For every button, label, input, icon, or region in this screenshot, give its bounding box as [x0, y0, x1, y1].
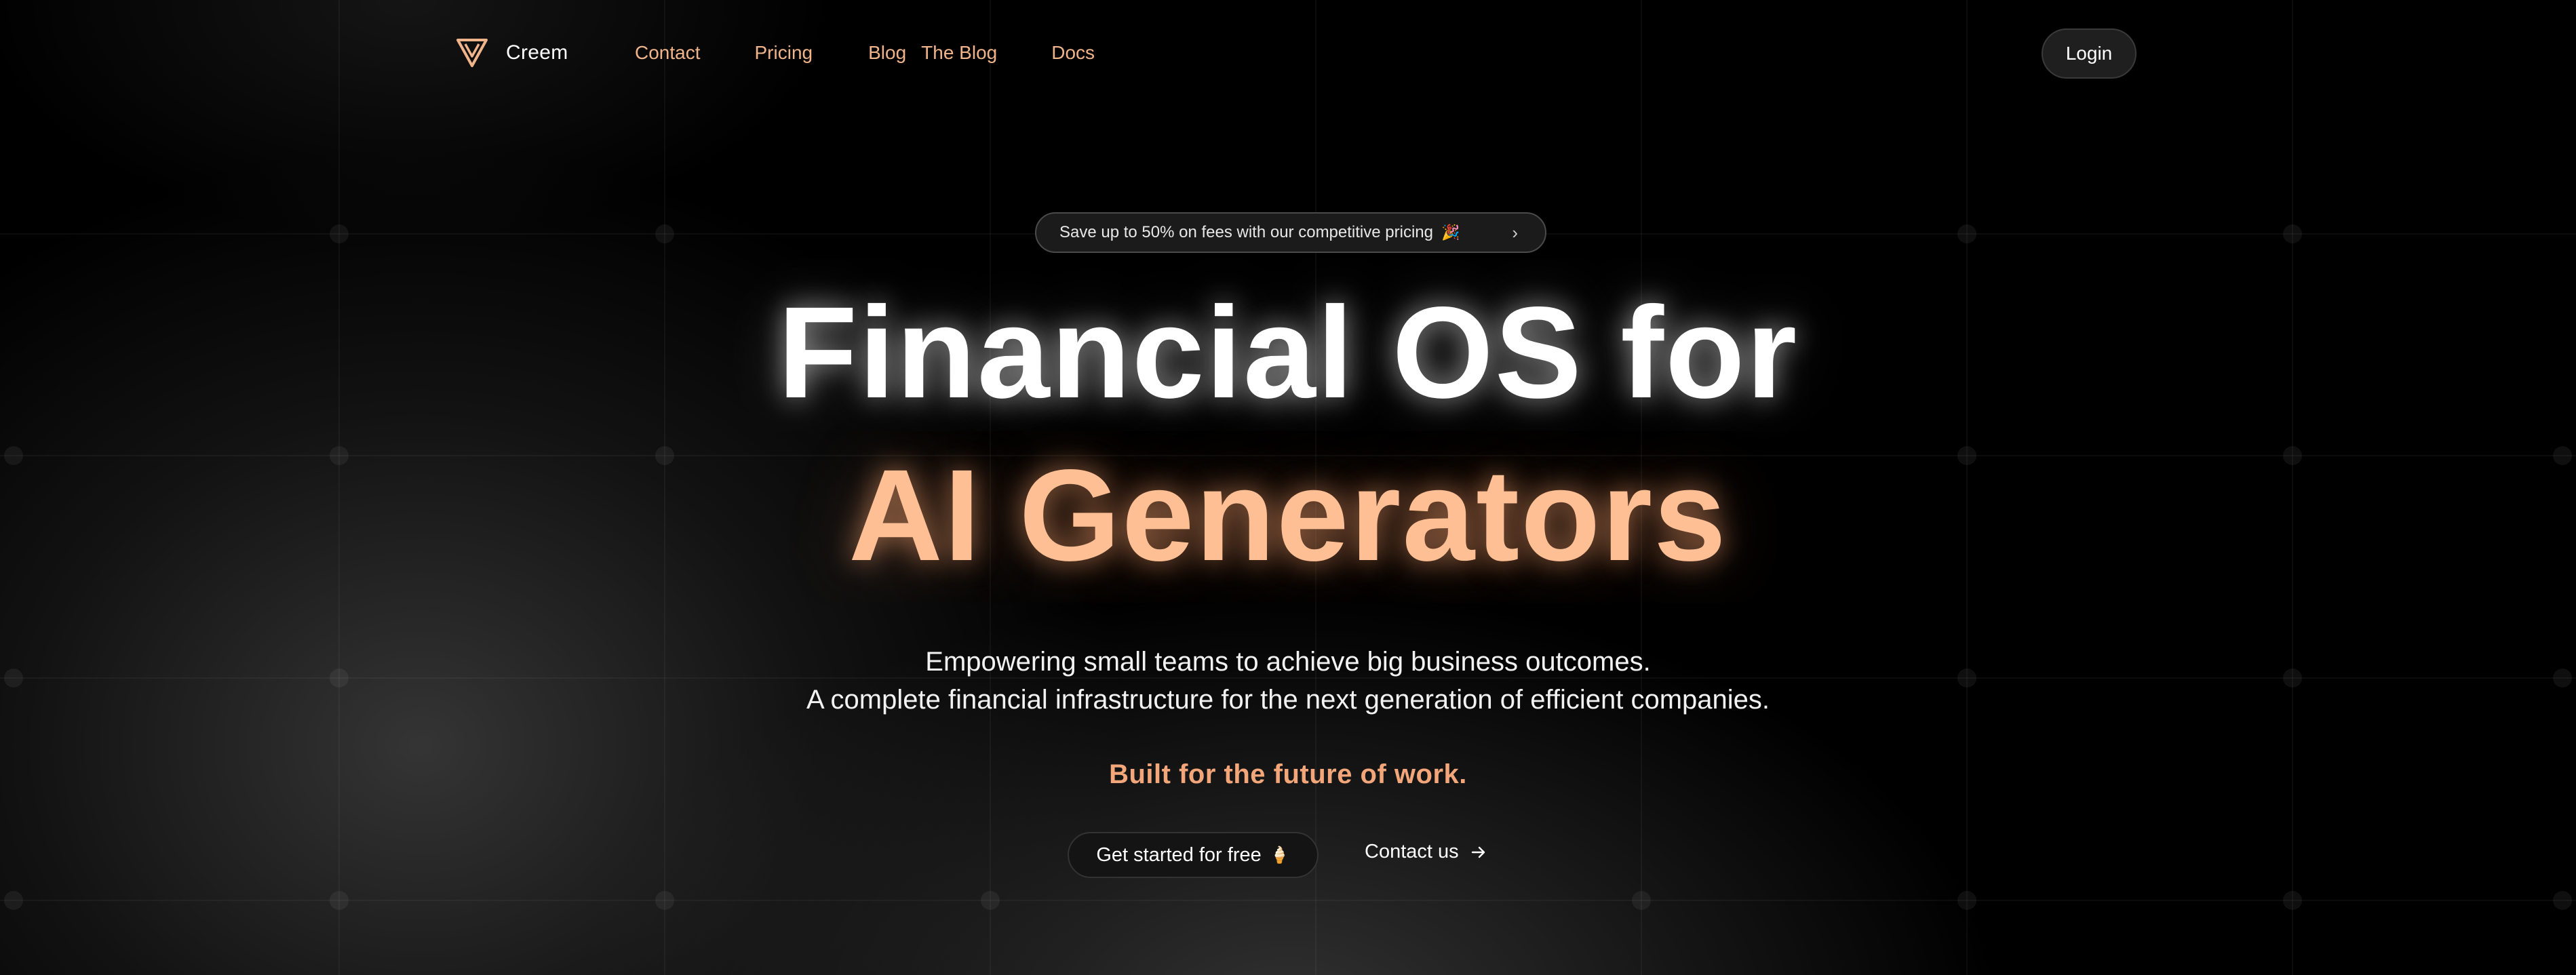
hero-tagline: Built for the future of work. [1109, 759, 1467, 789]
nav-link-the-blog[interactable]: The Blog [921, 42, 997, 64]
hero-subtext-line1: Empowering small teams to achieve big bu… [925, 647, 1651, 677]
brand-name: Creem [506, 41, 568, 64]
ice-cream-icon: 🍦 [1269, 845, 1290, 864]
hero-headline-line1: Financial OS for [777, 279, 1799, 425]
contact-us-link[interactable]: Contact us [1365, 841, 1486, 863]
triangle-v-logo-icon [456, 39, 488, 67]
chevron-right-icon: › [1512, 222, 1518, 243]
hero-subtext-line2: A complete financial infrastructure for … [806, 685, 1770, 715]
landing-page: Creem Contact Pricing Blog The Blog Docs… [0, 0, 2576, 975]
logo-link[interactable]: Creem [456, 38, 568, 68]
promo-text: Save up to 50% on fees with our competit… [1059, 223, 1433, 241]
nav-link-blog[interactable]: Blog [868, 42, 906, 64]
nav-link-contact[interactable]: Contact [635, 42, 701, 64]
top-nav: Creem Contact Pricing Blog The Blog Docs… [0, 0, 2576, 108]
hero-headline-line2: AI Generators [848, 442, 1728, 588]
promo-banner[interactable]: Save up to 50% on fees with our competit… [1035, 212, 1546, 253]
nav-link-docs[interactable]: Docs [1051, 42, 1095, 64]
nav-links: Contact Pricing Blog The Blog Docs [635, 42, 1095, 64]
nav-link-pricing[interactable]: Pricing [755, 42, 813, 64]
get-started-label: Get started for free [1096, 843, 1262, 866]
party-popper-icon: 🎉 [1441, 224, 1460, 241]
get-started-button[interactable]: Get started for free 🍦 [1068, 832, 1319, 878]
arrow-right-icon [1471, 846, 1485, 858]
login-button[interactable]: Login [2042, 28, 2136, 79]
contact-us-label: Contact us [1365, 841, 1459, 862]
